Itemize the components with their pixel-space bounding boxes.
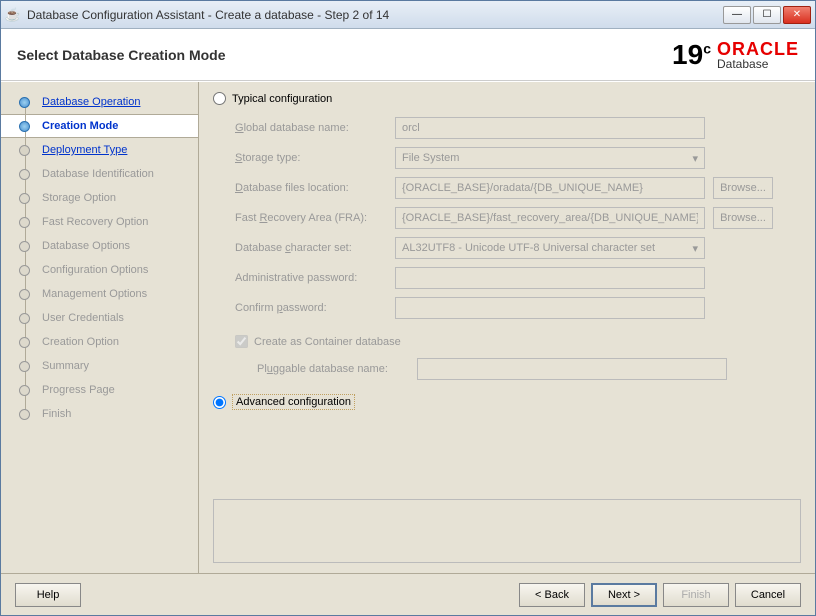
fra-input	[395, 207, 705, 229]
oracle-logo: ORACLE	[717, 40, 799, 58]
step-bullet-icon	[19, 217, 30, 228]
typical-config-radio[interactable]: Typical configuration	[213, 92, 801, 105]
sidebar-step: Progress Page	[1, 378, 198, 402]
step-label: Management Options	[42, 288, 147, 300]
files-location-input	[395, 177, 705, 199]
step-bullet-icon	[19, 265, 30, 276]
step-label: Database Options	[42, 240, 130, 252]
wizard-body: Database Operation Creation Mode Deploymen…	[1, 81, 815, 573]
sidebar-step: Fast Recovery Option	[1, 210, 198, 234]
advanced-radio-label: Advanced configuration	[232, 394, 355, 410]
window-controls: — ☐ ✕	[723, 6, 811, 24]
confirm-pw-input	[395, 297, 705, 319]
step-bullet-icon	[19, 145, 30, 156]
sidebar-step: Creation Option	[1, 330, 198, 354]
close-button[interactable]: ✕	[783, 6, 811, 24]
wizard-footer: Help < Back Next > Finish Cancel	[1, 573, 815, 615]
cdb-checkbox-row: Create as Container database	[235, 335, 801, 348]
window-title: Database Configuration Assistant - Creat…	[27, 8, 723, 22]
step-bullet-icon	[19, 337, 30, 348]
step-label: Finish	[42, 408, 71, 420]
step-bullet-icon	[19, 193, 30, 204]
charset-label: Database character set:	[235, 242, 395, 254]
message-area	[213, 499, 801, 563]
maximize-button[interactable]: ☐	[753, 6, 781, 24]
admin-pw-input	[395, 267, 705, 289]
product-label: Database	[717, 58, 768, 70]
sidebar-step[interactable]: Creation Mode	[1, 114, 198, 138]
charset-dropdown: AL32UTF8 - Unicode UTF-8 Universal chara…	[395, 237, 705, 259]
titlebar: ☕ Database Configuration Assistant - Cre…	[1, 1, 815, 29]
chevron-down-icon: ▾	[692, 242, 698, 255]
step-bullet-icon	[19, 361, 30, 372]
step-label: Creation Mode	[42, 120, 118, 132]
step-label: Storage Option	[42, 192, 116, 204]
sidebar-step: Configuration Options	[1, 258, 198, 282]
step-bullet-icon	[19, 169, 30, 180]
pdb-input	[417, 358, 727, 380]
step-label: Progress Page	[42, 384, 115, 396]
files-location-label: Database files location:	[235, 182, 395, 194]
sidebar-step: Storage Option	[1, 186, 198, 210]
sidebar-step: Database Identification	[1, 162, 198, 186]
step-bullet-icon	[19, 289, 30, 300]
typical-radio-input[interactable]	[213, 92, 226, 105]
step-bullet-icon	[19, 121, 30, 132]
wizard-window: ☕ Database Configuration Assistant - Cre…	[0, 0, 816, 616]
pdb-label: Pluggable database name:	[257, 363, 417, 375]
step-bullet-icon	[19, 385, 30, 396]
step-label: User Credentials	[42, 312, 124, 324]
step-label: Fast Recovery Option	[42, 216, 148, 228]
steps-sidebar: Database Operation Creation Mode Deploymen…	[1, 82, 199, 573]
sidebar-step[interactable]: Database Operation	[1, 90, 198, 114]
fra-label: Fast Recovery Area (FRA):	[235, 212, 395, 224]
java-icon: ☕	[5, 7, 21, 23]
advanced-config-radio[interactable]: Advanced configuration	[213, 394, 801, 410]
next-button[interactable]: Next >	[591, 583, 657, 607]
storage-type-dropdown: File System▾	[395, 147, 705, 169]
minimize-button[interactable]: —	[723, 6, 751, 24]
step-bullet-icon	[19, 241, 30, 252]
main-panel: Typical configuration Global database na…	[199, 82, 815, 573]
version-number: 19c	[672, 39, 711, 71]
cancel-button[interactable]: Cancel	[735, 583, 801, 607]
step-label: Database Identification	[42, 168, 154, 180]
step-bullet-icon	[19, 313, 30, 324]
advanced-radio-input[interactable]	[213, 396, 226, 409]
page-title: Select Database Creation Mode	[17, 47, 672, 63]
help-button[interactable]: Help	[15, 583, 81, 607]
sidebar-step: Summary	[1, 354, 198, 378]
step-label: Summary	[42, 360, 89, 372]
step-label: Configuration Options	[42, 264, 148, 276]
sidebar-step[interactable]: Deployment Type	[1, 138, 198, 162]
gdb-input	[395, 117, 705, 139]
cdb-checkbox	[235, 335, 248, 348]
finish-button: Finish	[663, 583, 729, 607]
typical-radio-label: Typical configuration	[232, 93, 332, 105]
sidebar-step: Finish	[1, 402, 198, 426]
back-button[interactable]: < Back	[519, 583, 585, 607]
admin-pw-label: Administrative password:	[235, 272, 395, 284]
oracle-brand: 19c ORACLE Database	[672, 39, 799, 71]
sidebar-step: User Credentials	[1, 306, 198, 330]
chevron-down-icon: ▾	[692, 152, 698, 165]
sidebar-step: Database Options	[1, 234, 198, 258]
step-bullet-icon	[19, 97, 30, 108]
storage-type-label: Storage type:	[235, 152, 395, 164]
step-label: Creation Option	[42, 336, 119, 348]
wizard-header: Select Database Creation Mode 19c ORACLE…	[1, 29, 815, 81]
step-bullet-icon	[19, 409, 30, 420]
browse-files-button: Browse...	[713, 177, 773, 199]
browse-fra-button: Browse...	[713, 207, 773, 229]
confirm-pw-label: Confirm password:	[235, 302, 395, 314]
cdb-label: Create as Container database	[254, 336, 401, 348]
sidebar-step: Management Options	[1, 282, 198, 306]
typical-form: Global database name: Storage type: File…	[235, 113, 801, 323]
step-label[interactable]: Database Operation	[42, 96, 140, 108]
step-label[interactable]: Deployment Type	[42, 144, 127, 156]
gdb-label: Global database name:	[235, 122, 395, 134]
